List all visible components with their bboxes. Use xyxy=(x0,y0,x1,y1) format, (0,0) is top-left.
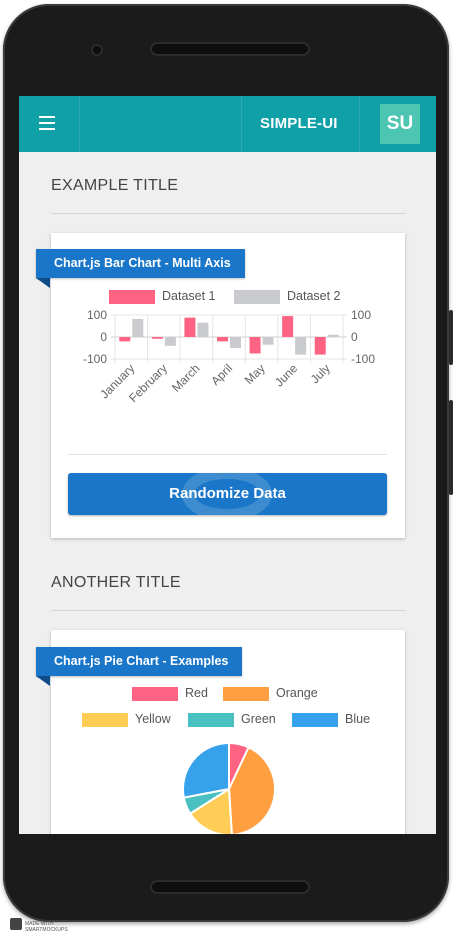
legend-swatch xyxy=(132,687,178,701)
pie-chart-card: Chart.js Pie Chart - Examples Red Orange… xyxy=(36,630,405,834)
bar-2 xyxy=(164,337,176,346)
bar-1 xyxy=(184,317,196,337)
bar-2 xyxy=(327,334,339,337)
x-axis-tick-label: April xyxy=(208,361,235,388)
pie-chart-plot xyxy=(182,741,276,834)
section-title-1: EXAMPLE TITLE xyxy=(51,177,179,194)
bar-1 xyxy=(119,337,131,342)
bar-chart-plot: 100 1000 0-100 -100JanuaryFebruary March Apri… xyxy=(83,308,375,405)
pie-chart-ribbon: Chart.js Pie Chart - Examples xyxy=(36,647,243,676)
legend-label: Green xyxy=(241,712,276,726)
legend-label: Dataset 1 xyxy=(162,289,216,303)
section-divider-1 xyxy=(51,213,406,214)
bar-1 xyxy=(151,337,163,339)
legend-label: Blue xyxy=(345,712,371,726)
app-title: SIMPLE-UI xyxy=(260,115,338,132)
front-camera xyxy=(91,44,103,56)
randomize-data-button[interactable]: Randomize Data xyxy=(68,473,387,515)
bar-1 xyxy=(282,316,294,337)
y-axis-right-tick-label: 0 xyxy=(351,330,358,344)
legend-label: Yellow xyxy=(135,712,171,726)
legend-swatch xyxy=(109,290,155,304)
y-axis-right-tick-label: 100 xyxy=(351,308,371,322)
avatar[interactable]: SU xyxy=(380,104,420,144)
y-axis-left-tick-label: -100 xyxy=(83,352,107,366)
bar-2 xyxy=(295,337,307,355)
bar-1 xyxy=(314,337,326,355)
x-axis-tick-label: July xyxy=(308,361,333,386)
bar-2 xyxy=(230,337,241,348)
ribbon-fold xyxy=(36,676,50,686)
legend-label: Red xyxy=(185,686,208,700)
card-divider xyxy=(68,454,387,455)
top-speaker xyxy=(150,42,310,56)
legend-swatch xyxy=(223,687,269,701)
legend-label: Dataset 2 xyxy=(287,289,341,303)
ribbon-fold xyxy=(36,278,50,288)
bottom-speaker xyxy=(150,880,310,894)
y-axis-left-tick-label: 0 xyxy=(100,330,107,344)
bar-2 xyxy=(132,318,144,337)
y-axis-right-tick-label: -100 xyxy=(351,352,375,366)
smartmockups-watermark: MADE WITH SMARTMOCKUPS xyxy=(10,918,70,934)
x-axis-tick-label: May xyxy=(242,361,268,387)
section-title-2: ANOTHER TITLE xyxy=(51,574,181,591)
watermark-text: MADE WITH SMARTMOCKUPS xyxy=(25,921,68,933)
bar-1 xyxy=(217,337,228,342)
app-bar: SIMPLE-UI SU xyxy=(19,96,436,152)
legend-swatch xyxy=(82,713,128,727)
x-axis-tick-label: March xyxy=(169,361,202,394)
bar-2 xyxy=(262,337,274,345)
phone-screen: SIMPLE-UI SU EXAMPLE TITLE Chart.js Bar … xyxy=(19,96,436,834)
legend-swatch xyxy=(292,713,338,727)
watermark-logo-icon xyxy=(10,918,22,930)
pie-slice-blue xyxy=(182,741,230,799)
bar-2 xyxy=(197,322,209,337)
volume-button xyxy=(449,310,453,365)
hamburger-menu-icon[interactable] xyxy=(39,116,55,130)
legend-swatch xyxy=(188,713,234,727)
bar-chart-card: Chart.js Bar Chart - Multi Axis Dataset … xyxy=(36,233,405,538)
legend-swatch xyxy=(234,290,280,304)
power-button xyxy=(449,400,453,495)
bar-chart-ribbon: Chart.js Bar Chart - Multi Axis xyxy=(36,249,245,278)
legend-label: Orange xyxy=(276,686,318,700)
randomize-data-label: Randomize Data xyxy=(169,485,286,502)
x-axis-tick-label: June xyxy=(272,361,301,390)
y-axis-left-tick-label: 100 xyxy=(87,308,107,322)
bar-1 xyxy=(249,337,261,354)
section-divider-2 xyxy=(51,610,406,611)
